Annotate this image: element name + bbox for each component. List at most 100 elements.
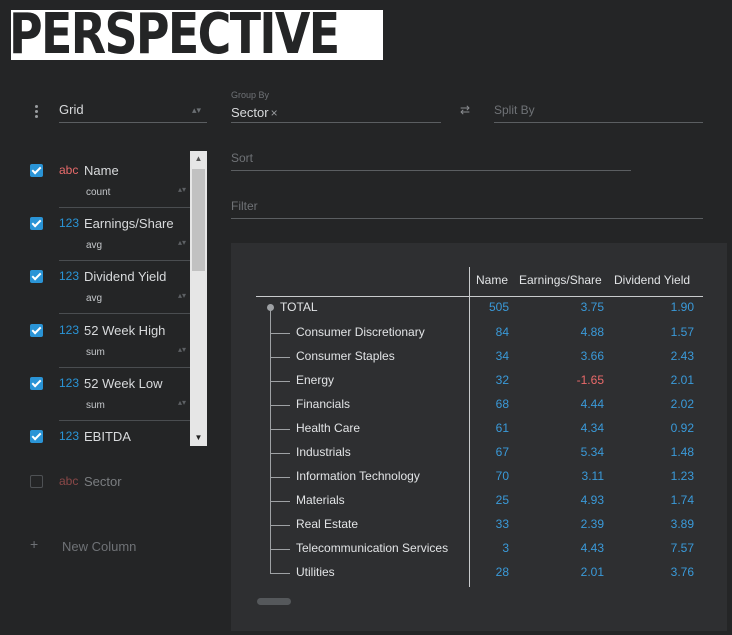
column-checkbox[interactable] xyxy=(30,270,43,283)
column-checkbox[interactable] xyxy=(30,164,43,177)
row-header[interactable]: Health Care xyxy=(296,421,360,435)
cell: -1.65 xyxy=(576,373,604,387)
column-item-name[interactable]: abc Name count ▴▾ xyxy=(0,155,190,208)
tree-branch xyxy=(270,429,290,430)
row-header[interactable]: Real Estate xyxy=(296,517,358,531)
row-header[interactable]: Consumer Discretionary xyxy=(296,325,425,339)
column-name: Earnings/Share xyxy=(84,216,174,231)
drag-handle-icon[interactable] xyxy=(32,104,40,118)
aggregate-select[interactable]: sum xyxy=(86,400,105,411)
column-item-52-week-high[interactable]: 123 52 Week High sum ▴▾ xyxy=(0,315,190,368)
select-arrows-icon: ▴▾ xyxy=(178,345,187,354)
tree-branch xyxy=(270,501,290,502)
cell: 2.01 xyxy=(670,373,694,387)
aggregate-select[interactable]: avg xyxy=(86,240,102,251)
group-by-pill[interactable]: Sector × xyxy=(231,105,278,120)
column-checkbox[interactable] xyxy=(30,217,43,230)
select-arrows-icon: ▴▾ xyxy=(191,105,201,115)
cell: 3.89 xyxy=(670,517,694,531)
remove-pill-icon[interactable]: × xyxy=(271,106,278,120)
row-header[interactable]: Energy xyxy=(296,373,334,387)
number-type-icon: 123 xyxy=(59,429,80,443)
row-header[interactable]: Telecommunication Services xyxy=(296,541,448,555)
column-checkbox[interactable] xyxy=(30,324,43,337)
header-name[interactable]: Name xyxy=(476,273,508,287)
group-by-value: Sector xyxy=(231,105,269,120)
number-type-icon: 123 xyxy=(59,269,80,283)
filter-field[interactable]: Filter xyxy=(231,194,703,219)
swap-icon[interactable]: ⇄ xyxy=(460,103,470,117)
tree-branch xyxy=(270,525,290,526)
tree-branch xyxy=(270,573,290,574)
aggregate-select[interactable]: count xyxy=(86,187,110,198)
column-name: 52 Week High xyxy=(84,323,166,338)
tree-branch xyxy=(270,381,290,382)
column-item-dividend-yield[interactable]: 123 Dividend Yield avg ▴▾ xyxy=(0,261,190,314)
cell: 68 xyxy=(495,397,509,411)
cell: 67 xyxy=(495,445,509,459)
tree-branch xyxy=(270,405,290,406)
grid-horizontal-scroll-thumb[interactable] xyxy=(257,598,291,605)
tree-branch xyxy=(270,453,290,454)
row-header[interactable]: Financials xyxy=(296,397,350,411)
grid-divider-vertical xyxy=(469,267,470,587)
cell: 3.66 xyxy=(580,349,604,363)
plugin-select[interactable]: Grid ▴▾ xyxy=(59,96,207,123)
cell: 5.34 xyxy=(580,445,604,459)
grid-divider-horizontal xyxy=(256,296,703,297)
cell: 4.44 xyxy=(580,397,604,411)
inactive-column-sector[interactable]: abc Sector xyxy=(0,470,207,494)
cell: 4.43 xyxy=(580,541,604,555)
column-name: Sector xyxy=(84,474,122,489)
cell: 4.34 xyxy=(580,421,604,435)
aggregate-select[interactable]: sum xyxy=(86,347,105,358)
cell: 2.02 xyxy=(670,397,694,411)
split-by-field[interactable]: Split By xyxy=(494,96,703,123)
tree-root-toggle-icon[interactable] xyxy=(267,304,274,311)
column-checkbox-unchecked[interactable] xyxy=(30,475,43,488)
scroll-up-arrow-icon[interactable]: ▲ xyxy=(190,151,207,167)
number-type-icon: 123 xyxy=(59,323,80,337)
select-arrows-icon: ▴▾ xyxy=(178,398,187,407)
row-header[interactable]: Consumer Staples xyxy=(296,349,395,363)
column-checkbox[interactable] xyxy=(30,430,43,443)
column-item-earnings-share[interactable]: 123 Earnings/Share avg ▴▾ xyxy=(0,208,190,261)
group-by-field[interactable]: Group By Sector × xyxy=(231,90,441,123)
row-header[interactable]: Utilities xyxy=(296,565,335,579)
tree-branch xyxy=(270,357,290,358)
column-item-52-week-low[interactable]: 123 52 Week Low sum ▴▾ xyxy=(0,368,190,421)
cell: 1.74 xyxy=(670,493,694,507)
tree-branch xyxy=(270,549,290,550)
aggregate-select[interactable]: avg xyxy=(86,293,102,304)
cell: 70 xyxy=(495,469,509,483)
cell: 1.90 xyxy=(670,300,694,314)
column-checkbox[interactable] xyxy=(30,377,43,390)
new-column-button[interactable]: + New Column xyxy=(0,534,207,558)
cell: 32 xyxy=(495,373,509,387)
group-by-label: Group By xyxy=(231,90,270,100)
plus-icon: + xyxy=(30,536,39,552)
header-earnings-share[interactable]: Earnings/Share xyxy=(519,273,602,287)
perspective-logo: PERSPECTIVE xyxy=(11,10,383,60)
row-header-total[interactable]: TOTAL xyxy=(280,300,318,314)
cell: 4.93 xyxy=(580,493,604,507)
cell: 2.01 xyxy=(580,565,604,579)
row-header[interactable]: Industrials xyxy=(296,445,351,459)
cell: 3.11 xyxy=(581,469,604,483)
filter-placeholder: Filter xyxy=(231,199,258,213)
column-item-ebitda[interactable]: 123 EBITDA xyxy=(0,421,190,446)
scroll-down-arrow-icon[interactable]: ▼ xyxy=(190,430,207,446)
divider xyxy=(59,313,190,314)
row-header[interactable]: Materials xyxy=(296,493,345,507)
column-list-scrollbar[interactable]: ▲ ▼ xyxy=(190,151,207,446)
row-header[interactable]: Information Technology xyxy=(296,469,420,483)
cell: 3.76 xyxy=(670,565,694,579)
header-dividend-yield[interactable]: Dividend Yield xyxy=(614,273,690,287)
new-column-label: New Column xyxy=(62,539,137,554)
select-arrows-icon: ▴▾ xyxy=(178,291,187,300)
select-arrows-icon: ▴▾ xyxy=(178,238,187,247)
sort-field[interactable]: Sort xyxy=(231,146,631,171)
cell: 2.39 xyxy=(580,517,604,531)
scroll-thumb[interactable] xyxy=(192,169,205,271)
cell: 0.92 xyxy=(670,421,694,435)
